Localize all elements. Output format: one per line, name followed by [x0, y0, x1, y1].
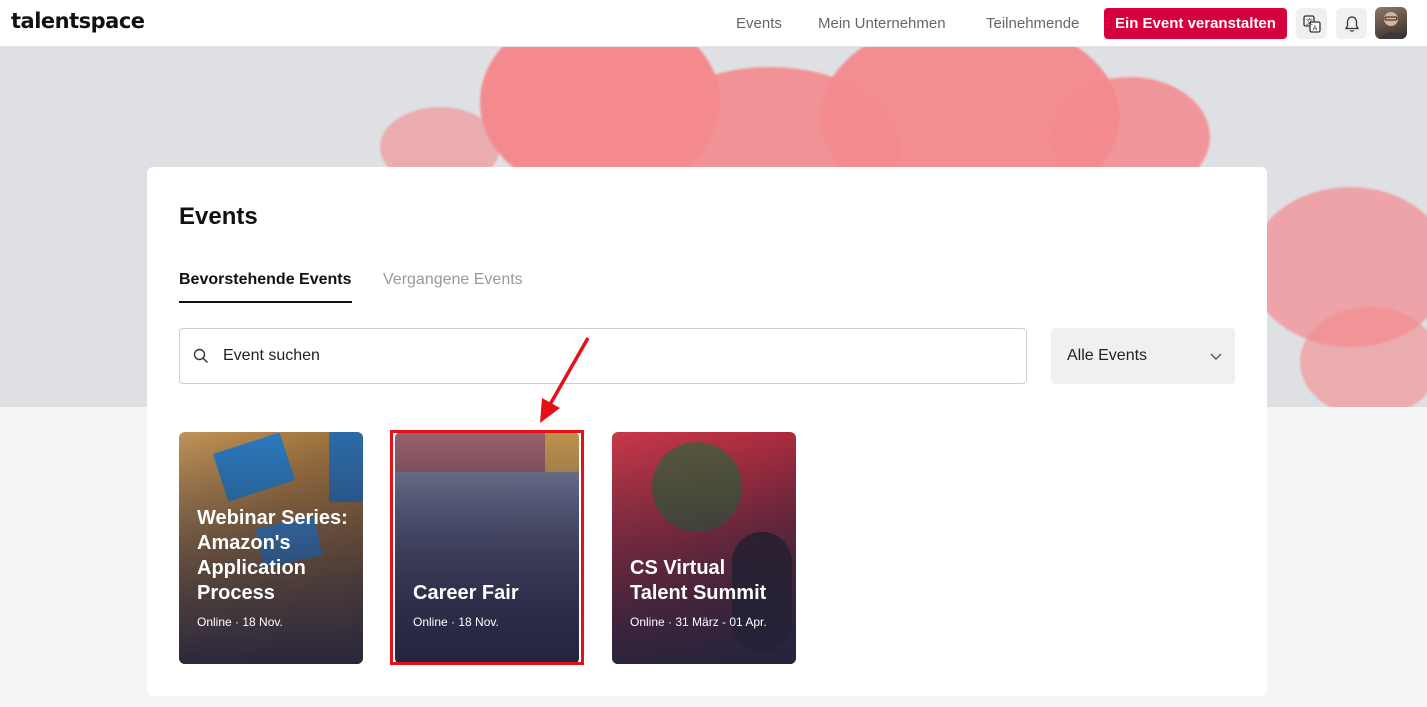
event-title: Career Fair — [413, 582, 519, 604]
event-title: Webinar Series: Amazon's Application Pro… — [197, 507, 348, 604]
event-meta: Online · 18 Nov. — [413, 615, 499, 629]
nav-teilnehmende[interactable]: Teilnehmende — [986, 15, 1079, 32]
search-icon — [193, 348, 208, 363]
nav-mein-unternehmen[interactable]: Mein Unternehmen — [818, 15, 946, 32]
tab-past-events[interactable]: Vergangene Events — [383, 271, 523, 289]
event-meta: Online · 31 März - 01 Apr. — [630, 615, 767, 629]
translate-icon[interactable]: 文 A — [1296, 8, 1327, 39]
search-box[interactable] — [179, 328, 1027, 384]
avatar[interactable] — [1375, 7, 1407, 39]
page-title: Events — [179, 203, 258, 230]
host-event-button[interactable]: Ein Event veranstalten — [1104, 8, 1287, 39]
event-meta: Online · 18 Nov. — [197, 615, 283, 629]
search-input[interactable] — [223, 347, 923, 365]
filter-selected-value: Alle Events — [1067, 347, 1148, 364]
tab-upcoming-events[interactable]: Bevorstehende Events — [179, 271, 352, 303]
event-card[interactable]: CS Virtual Talent Summit Online · 31 Mär… — [612, 432, 796, 664]
event-title: CS Virtual Talent Summit — [630, 557, 767, 604]
svg-text:A: A — [1312, 24, 1317, 32]
event-filter-select[interactable]: Alle Events — [1051, 328, 1235, 384]
event-card[interactable]: Webinar Series: Amazon's Application Pro… — [179, 432, 363, 664]
chevron-down-icon — [1210, 353, 1222, 360]
event-card[interactable]: Career Fair Online · 18 Nov. — [395, 432, 579, 664]
nav-events[interactable]: Events — [736, 15, 782, 32]
bell-icon[interactable] — [1336, 8, 1367, 39]
events-card: Events Bevorstehende Events Vergangene E… — [147, 167, 1267, 696]
logo[interactable]: talentspace — [11, 9, 145, 33]
top-nav-bar: talentspace Events Mein Unternehmen Teil… — [0, 0, 1427, 47]
